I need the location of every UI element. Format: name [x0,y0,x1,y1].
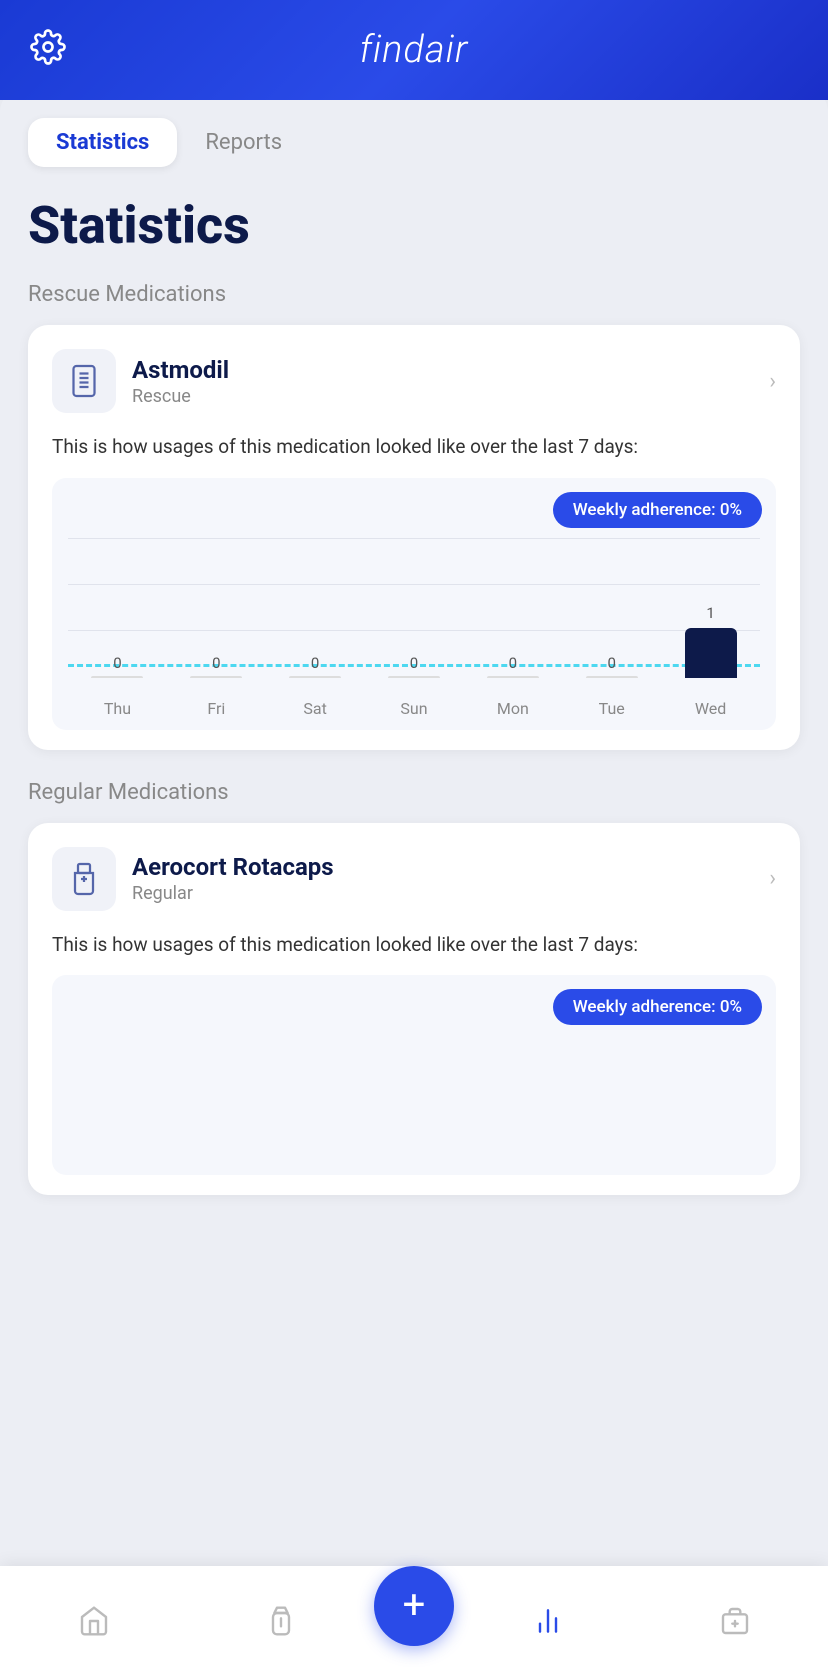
rescue-card-chevron[interactable]: › [769,369,776,394]
bar-tue: 0 [562,654,661,678]
regular-med-description: This is how usages of this medication lo… [52,931,776,960]
bar-value-mon: 0 [509,654,517,672]
bar-value-fri: 0 [212,654,220,672]
nav-home[interactable] [0,1605,187,1637]
regular-med-name: Aerocort Rotacaps [132,853,334,881]
rescue-chart: 0 0 0 [68,538,760,718]
regular-chart-area: Weekly adherence: 0% [52,975,776,1175]
rescue-med-text: Astmodil Rescue [132,356,229,407]
regular-adherence-badge: Weekly adherence: 0% [553,989,762,1025]
rescue-adherence-badge: Weekly adherence: 0% [553,492,762,528]
bar-sun: 0 [365,654,464,678]
nav-kit[interactable] [641,1605,828,1637]
bar-thu: 0 [68,652,167,678]
rescue-section-heading: Rescue Medications [28,282,800,307]
bottom-navigation: + [0,1566,828,1676]
bar-mon: 0 [463,654,562,678]
main-content: Statistics Reports Statistics Rescue Med… [0,88,828,1664]
bar-value-thu: 0 [113,654,121,672]
bar-value-sat: 0 [311,654,319,672]
regular-section-heading: Regular Medications [28,780,800,805]
rescue-med-name: Astmodil [132,356,229,384]
tab-bar: Statistics Reports [28,118,800,167]
bar-rect-tue [586,676,638,678]
grid-line-top [68,538,760,539]
rescue-med-description: This is how usages of this medication lo… [52,433,776,462]
x-label-tue: Tue [562,699,661,718]
nav-statistics[interactable] [454,1605,641,1637]
regular-medication-card: Aerocort Rotacaps Regular › This is how … [28,823,800,1196]
app-logo: findair [360,28,469,72]
x-label-mon: Mon [463,699,562,718]
bar-value-sun: 0 [410,654,418,672]
rescue-med-type: Rescue [132,386,229,407]
bar-rect-thu [91,676,143,678]
x-label-sun: Sun [365,699,464,718]
bar-rect-mon [487,676,539,678]
regular-med-info: Aerocort Rotacaps Regular [52,847,334,911]
bar-sat: 0 [266,654,365,678]
settings-icon[interactable] [30,29,66,72]
rescue-medication-card: Astmodil Rescue › This is how usages of … [28,325,800,750]
regular-card-header: Aerocort Rotacaps Regular › [52,847,776,911]
bar-fri: 0 [167,654,266,678]
chart-bars: 0 0 0 [68,558,760,678]
tab-reports[interactable]: Reports [177,118,310,167]
bar-rect-sat [289,676,341,678]
rescue-card-header: Astmodil Rescue › [52,349,776,413]
bar-value-tue: 0 [608,654,616,672]
tab-statistics[interactable]: Statistics [28,118,177,167]
bar-wed: 1 [661,604,760,678]
rescue-chart-area: Weekly adherence: 0% 0 [52,478,776,730]
rescue-med-icon [52,349,116,413]
x-label-wed: Wed [661,699,760,718]
nav-add-button[interactable]: + [374,1566,454,1646]
x-axis-labels: Thu Fri Sat Sun Mon Tue Wed [68,699,760,718]
nav-inhaler[interactable] [187,1605,374,1637]
app-header: findair [0,0,828,100]
rescue-med-info: Astmodil Rescue [52,349,229,413]
bar-rect-sun [388,676,440,678]
page-title: Statistics [28,197,800,254]
bar-rect-fri [190,676,242,678]
x-label-fri: Fri [167,699,266,718]
regular-med-type: Regular [132,883,334,904]
x-label-sat: Sat [266,699,365,718]
x-label-thu: Thu [68,699,167,718]
regular-med-text: Aerocort Rotacaps Regular [132,853,334,904]
regular-med-icon [52,847,116,911]
regular-card-chevron[interactable]: › [769,866,776,891]
bar-value-top-wed: 1 [706,604,714,622]
bar-rect-wed [685,628,737,678]
